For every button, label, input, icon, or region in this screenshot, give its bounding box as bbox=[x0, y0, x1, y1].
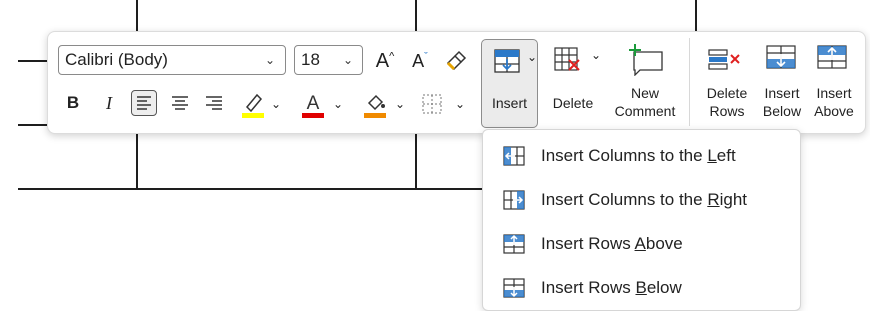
menu-item-insert-rows-above[interactable]: Insert Rows Above bbox=[483, 222, 800, 266]
table-border bbox=[415, 130, 417, 189]
bold-button[interactable]: B bbox=[60, 90, 86, 116]
font-color-icon: A bbox=[302, 93, 324, 118]
shrink-font-icon: Aˇ bbox=[412, 50, 428, 71]
delete-rows-button[interactable]: Delete Rows bbox=[697, 40, 757, 128]
insert-above-label: Insert Above bbox=[814, 85, 854, 119]
insert-button[interactable]: ⌄ Insert bbox=[481, 39, 538, 128]
insert-rows-above-icon bbox=[503, 234, 525, 254]
table-border bbox=[18, 188, 483, 190]
highlight-swatch bbox=[242, 113, 264, 118]
borders-icon bbox=[422, 94, 442, 114]
shrink-font-button[interactable]: Aˇ bbox=[406, 47, 434, 75]
align-left-button[interactable] bbox=[131, 90, 157, 116]
insert-dropdown-menu: Insert Columns to the Left Insert Column… bbox=[482, 129, 801, 311]
menu-item-insert-rows-below[interactable]: Insert Rows Below bbox=[483, 266, 800, 310]
menu-item-label: Insert Columns to the Left bbox=[541, 146, 736, 165]
chevron-down-icon[interactable]: ⌄ bbox=[270, 94, 282, 114]
font-size-select[interactable]: 18 ⌄ bbox=[294, 45, 363, 75]
insert-below-button[interactable]: Insert Below bbox=[757, 40, 807, 128]
align-right-icon bbox=[206, 96, 222, 110]
table-border bbox=[18, 124, 48, 126]
insert-table-icon bbox=[494, 49, 520, 73]
format-painter-button[interactable] bbox=[442, 47, 470, 75]
chevron-down-icon: ⌄ bbox=[527, 50, 538, 64]
highlighter-icon bbox=[242, 93, 264, 118]
insert-above-button[interactable]: Insert Above bbox=[808, 40, 860, 128]
insert-label: Insert bbox=[491, 95, 527, 111]
insert-columns-left-icon bbox=[503, 146, 525, 166]
new-comment-icon bbox=[629, 44, 663, 76]
grow-font-icon: A^ bbox=[375, 49, 395, 72]
italic-icon: I bbox=[106, 92, 112, 113]
paint-bucket-icon bbox=[364, 94, 386, 118]
menu-item-insert-columns-right[interactable]: Insert Columns to the Right bbox=[483, 178, 800, 222]
align-right-button[interactable] bbox=[201, 90, 227, 116]
table-border bbox=[136, 130, 138, 189]
floating-toolbar: Calibri (Body) ⌄ 18 ⌄ A^ Aˇ B I ⌄ A ⌄ ⌄ … bbox=[47, 31, 866, 134]
delete-table-icon bbox=[554, 47, 580, 71]
align-center-icon bbox=[172, 96, 188, 110]
menu-item-label: Insert Columns to the Right bbox=[541, 190, 748, 209]
delete-label: Delete bbox=[552, 95, 594, 111]
align-left-icon bbox=[137, 96, 151, 110]
chevron-down-icon[interactable]: ⌄ bbox=[394, 94, 406, 114]
font-color-button[interactable]: A bbox=[298, 88, 328, 120]
borders-button[interactable] bbox=[418, 90, 446, 118]
delete-button[interactable]: ⌄ Delete bbox=[543, 40, 603, 128]
highlight-color-button[interactable] bbox=[238, 88, 268, 120]
chevron-down-icon: ⌄ bbox=[343, 53, 354, 67]
chevron-down-icon: ⌄ bbox=[265, 53, 276, 67]
table-border bbox=[18, 60, 48, 62]
insert-rows-below-icon bbox=[503, 278, 525, 298]
chevron-down-icon[interactable]: ⌄ bbox=[332, 94, 344, 114]
separator bbox=[689, 38, 690, 126]
shading-color-button[interactable] bbox=[360, 88, 390, 120]
insert-rows-above-icon bbox=[817, 45, 847, 69]
menu-item-label: Insert Rows Below bbox=[541, 278, 682, 297]
grow-font-button[interactable]: A^ bbox=[371, 47, 399, 75]
align-center-button[interactable] bbox=[167, 90, 193, 116]
delete-rows-icon bbox=[708, 49, 740, 70]
svg-text:A: A bbox=[307, 93, 320, 114]
bold-icon: B bbox=[66, 93, 80, 112]
font-size-value: 18 bbox=[301, 50, 320, 69]
font-name-value: Calibri (Body) bbox=[65, 50, 168, 69]
new-comment-label: New Comment bbox=[614, 85, 676, 119]
insert-columns-right-icon bbox=[503, 190, 525, 210]
format-painter-icon bbox=[446, 50, 467, 71]
italic-button[interactable]: I bbox=[96, 90, 122, 116]
insert-below-label: Insert Below bbox=[762, 85, 802, 119]
menu-item-insert-columns-left[interactable]: Insert Columns to the Left bbox=[483, 134, 800, 178]
delete-rows-label: Delete Rows bbox=[706, 85, 748, 119]
font-name-select[interactable]: Calibri (Body) ⌄ bbox=[58, 45, 286, 75]
insert-rows-below-icon bbox=[766, 45, 796, 69]
menu-item-label: Insert Rows Above bbox=[541, 234, 683, 253]
chevron-down-icon[interactable]: ⌄ bbox=[454, 94, 466, 114]
chevron-down-icon: ⌄ bbox=[591, 48, 602, 62]
new-comment-button[interactable]: New Comment bbox=[608, 40, 682, 128]
